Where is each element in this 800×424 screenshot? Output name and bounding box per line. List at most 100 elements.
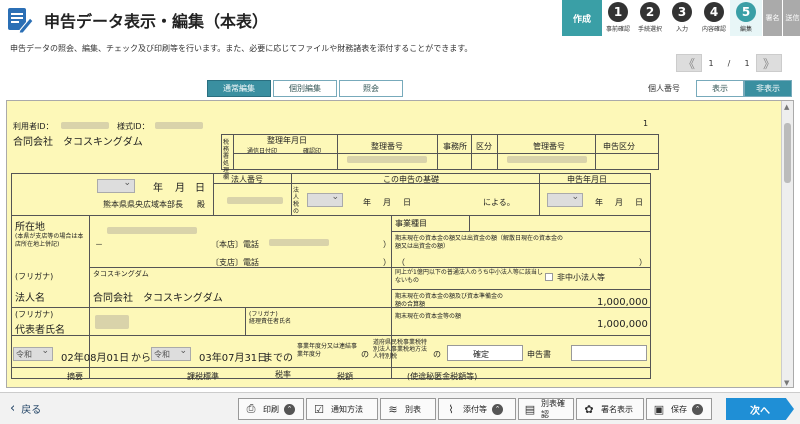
stack-icon: ≋: [388, 402, 398, 416]
address-to: 熊本県県央広域本部長: [103, 200, 183, 209]
year-label: 年: [153, 183, 163, 194]
zeiritsu-label: 税率: [275, 370, 291, 379]
receipt-date-label: 整理年月日: [267, 136, 307, 145]
day-label-2: 日: [403, 198, 411, 207]
shinkoku-era-select[interactable]: [547, 192, 583, 207]
honten-tel-close: ）: [383, 240, 391, 249]
beppyo-label: 別表: [405, 404, 421, 414]
shinkokusho-field[interactable]: [571, 345, 647, 361]
form-scrollbar[interactable]: ▲ ▼: [781, 101, 793, 387]
era-select[interactable]: [97, 178, 135, 193]
no-label: の: [361, 350, 369, 359]
tab-view[interactable]: 照会: [339, 80, 403, 97]
kono-shinkoku-label: この申告の基礎: [383, 175, 439, 184]
user-id-value: [61, 122, 109, 129]
caret-up-icon: ⌃: [692, 403, 703, 415]
step-5-active: 5 編集: [730, 0, 762, 36]
printer-icon: ⎙: [246, 402, 256, 415]
scroll-down-icon[interactable]: ▼: [784, 379, 789, 387]
back-label: 戻る: [21, 405, 42, 416]
daihyo-label: 代表者氏名: [15, 325, 65, 336]
office-label: 事務所: [443, 142, 467, 151]
notice-method-button[interactable]: ☑ 通知方法: [306, 398, 378, 420]
last-page-button[interactable]: 》: [756, 54, 782, 72]
caret-up-icon: ⌃: [284, 403, 295, 415]
save-button[interactable]: ▣ 保存 ⌃: [646, 398, 712, 420]
chusho-label: 同上が1億円以下の普通法人のうち中小法人等に該当しないもの: [395, 269, 543, 284]
seiri-bango-label: 整理番号: [371, 142, 403, 151]
shihon-tou-label: 期末現在の資本金等の額: [395, 313, 462, 320]
shinkokusho-label: 申告書: [527, 350, 551, 359]
view-tabs: 通常編集 個別編集 照会: [207, 80, 405, 97]
shihon-label: 期末現在の資本金の額又は出資金の額（解散日現在の資本金の額又は出資金の額）: [395, 235, 564, 250]
sign-show-button[interactable]: ✿ 署名表示: [576, 398, 644, 420]
jigyo-shumoku-label: 事業種目: [395, 219, 427, 228]
page-title: 申告データ表示・編集（本表）: [44, 12, 269, 31]
first-page-button[interactable]: 《: [676, 54, 702, 72]
step-2: 2 手続選択: [634, 0, 666, 36]
sign-show-label: 署名表示: [601, 404, 633, 414]
kubun-label: 区分: [476, 142, 492, 151]
kara-label: から: [131, 353, 151, 364]
notice-label: 通知方法: [331, 404, 363, 414]
made-label: までの: [263, 353, 293, 364]
tax-law-select[interactable]: [307, 192, 343, 207]
back-button[interactable]: ‹ 戻る: [10, 401, 41, 416]
save-label: 保存: [671, 404, 687, 414]
month-label-2: 月: [383, 198, 391, 207]
kakutei-value: 確定: [473, 350, 489, 359]
scroll-thumb[interactable]: [784, 123, 791, 183]
furigana-label: (フリガナ): [15, 272, 54, 281]
daihyo-furigana-label: (フリガナ): [15, 310, 54, 319]
shinkoku-kubun-label: 申告区分: [603, 142, 635, 151]
print-label: 印刷: [263, 404, 279, 414]
scroll-up-icon[interactable]: ▲: [784, 103, 789, 111]
mynumber-show-button[interactable]: 表示: [696, 80, 744, 97]
form-id-value: [155, 122, 203, 129]
nendo-label: 事業年度分又は連結事業年度分: [297, 343, 358, 358]
shinkoku-date-label: 申告年月日: [567, 175, 607, 184]
date-from: 02年08月01日: [61, 353, 130, 364]
print-button[interactable]: ⎙ 印刷 ⌃: [238, 398, 304, 420]
furigana-value: タコスキングダム: [93, 270, 149, 278]
chevron-left-icon: ‹: [10, 401, 16, 416]
step-send: 送信: [782, 0, 800, 36]
chusho-check-label: 非中小法人等: [557, 273, 605, 282]
houjin-zei-label: 法人税の: [293, 187, 300, 215]
floppy-icon: ▣: [653, 402, 665, 416]
tax-form: 利用者ID： 様式ID： 1 合同会社 タコスキングダム 税務署処理欄 整理年月…: [7, 101, 783, 387]
beppyo-check-button[interactable]: ▤ 別表確認: [518, 398, 574, 420]
step-sign: 署名: [762, 0, 782, 36]
step-indicator: 作成 1 事前確認 2 手続選択 3 入力 4 内容確認 5 編集 署名 送信: [562, 0, 800, 36]
year-label-2: 年: [363, 198, 371, 207]
pager: 《 1 / 1 》: [676, 54, 782, 72]
year-label-3: 年: [595, 198, 603, 207]
chusho-checkbox[interactable]: [545, 273, 553, 281]
page-separator: /: [727, 58, 731, 68]
month-label-3: 月: [615, 198, 623, 207]
attach-button[interactable]: ⌇ 添付等 ⌃: [438, 398, 516, 420]
step-3: 3 入力: [666, 0, 698, 36]
amount-2: 1,000,000: [597, 319, 648, 330]
current-page: 1: [708, 58, 714, 68]
tab-individual-edit[interactable]: 個別編集: [273, 80, 337, 97]
header: 申告データ表示・編集（本表） 作成 1 事前確認 2 手続選択 3 入力 4 内容確認 …: [0, 0, 800, 38]
document-edit-icon: [8, 8, 34, 34]
beppyo-check-label: 別表確認: [541, 399, 565, 419]
era-to: 令和: [154, 350, 170, 359]
next-button[interactable]: 次へ: [726, 398, 794, 420]
day-label-3: 日: [635, 198, 643, 207]
shiwake-label: (使途秘匿金税額等): [407, 372, 478, 381]
bottom-toolbar: ‹ 戻る ⎙ 印刷 ⌃ ☑ 通知方法 ≋ 別表 ⌇ 添付等 ⌃ ▤ 別表確認 ✿…: [0, 392, 800, 424]
mynumber-hide-button[interactable]: 非表示: [744, 80, 792, 97]
beppyo-button[interactable]: ≋ 別表: [380, 398, 436, 420]
kanri-bango-label: 管理番号: [533, 142, 565, 151]
caret-up-icon: ⌃: [492, 403, 503, 415]
user-id-label: 利用者ID：: [13, 122, 54, 131]
keiri-furigana-label: (フリガナ): [249, 311, 278, 318]
dono-label: 殿: [197, 200, 205, 209]
tab-normal-edit[interactable]: 通常編集: [207, 80, 271, 97]
company-name-top: 合同会社 タコスキングダム: [13, 137, 143, 148]
seal-icon: ✿: [584, 402, 594, 416]
honten-tel-label: 〔本店〕電話: [211, 240, 259, 249]
